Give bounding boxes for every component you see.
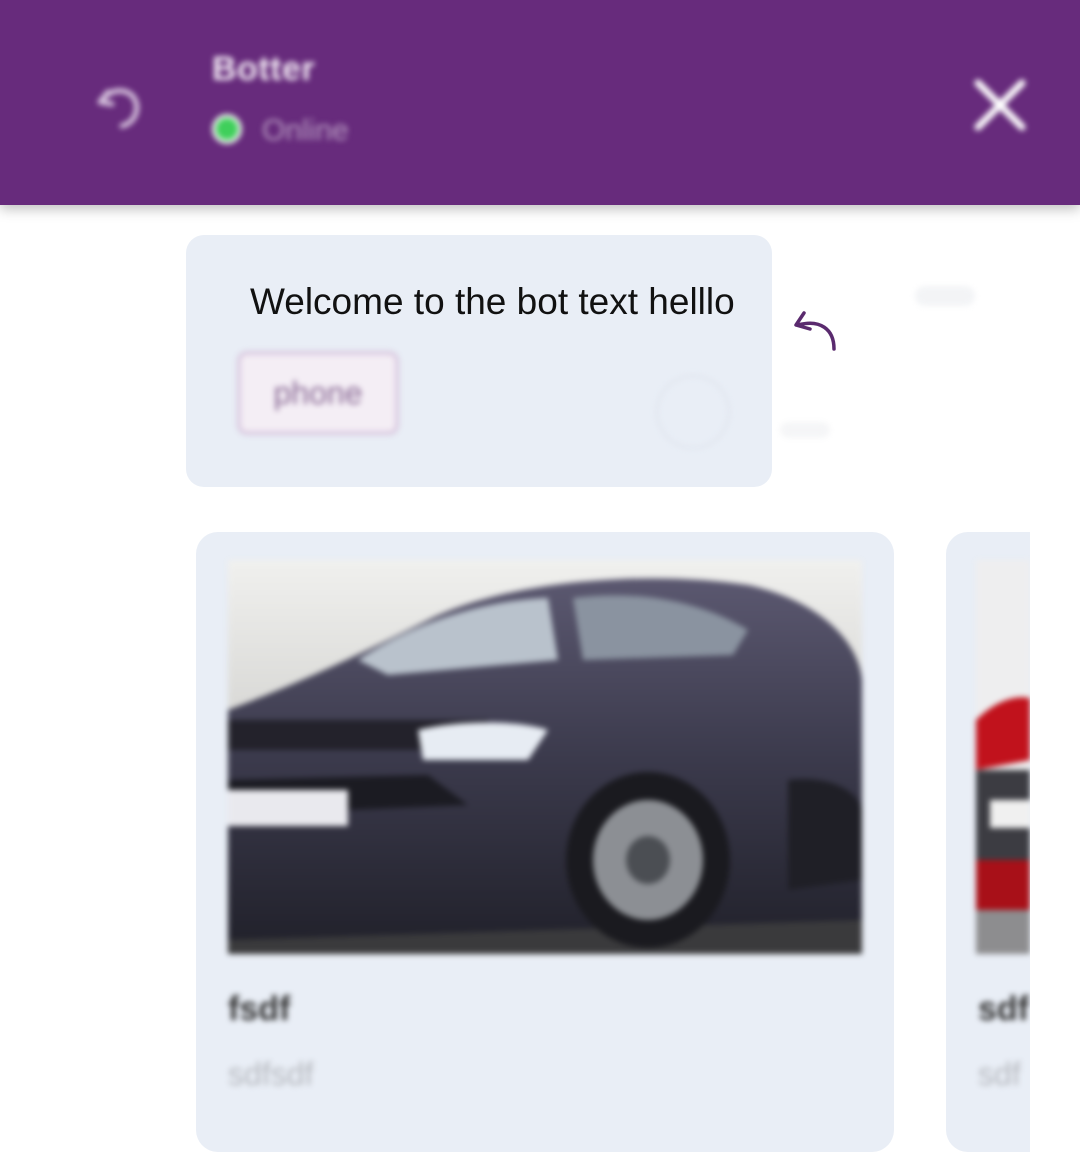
bot-message-bubble: Welcome to the bot text helllo phone (186, 235, 772, 487)
faint-text (915, 286, 975, 306)
loading-spinner-icon (656, 375, 730, 449)
faint-text (780, 422, 830, 438)
close-icon[interactable] (970, 75, 1030, 135)
reply-arrow-icon[interactable] (790, 305, 846, 361)
bot-message-text: Welcome to the bot text helllo (250, 281, 735, 322)
bot-name: Botter (212, 50, 316, 88)
card-title: sdf (978, 990, 1029, 1028)
carousel-card[interactable]: sdf sdf (946, 532, 1030, 1152)
car-image (228, 560, 862, 954)
phone-quick-reply-button[interactable]: phone (237, 351, 399, 435)
card-subtitle: sdfsdf (228, 1056, 314, 1092)
undo-icon[interactable] (92, 80, 146, 134)
carousel-card[interactable]: fsdf sdfsdf (196, 532, 894, 1152)
car-image (976, 560, 1030, 954)
online-status-text: Online (262, 114, 349, 147)
card-title: fsdf (228, 990, 291, 1028)
chat-header: Botter Online (0, 0, 1080, 205)
online-status-dot (212, 114, 242, 144)
card-subtitle: sdf (978, 1056, 1021, 1092)
